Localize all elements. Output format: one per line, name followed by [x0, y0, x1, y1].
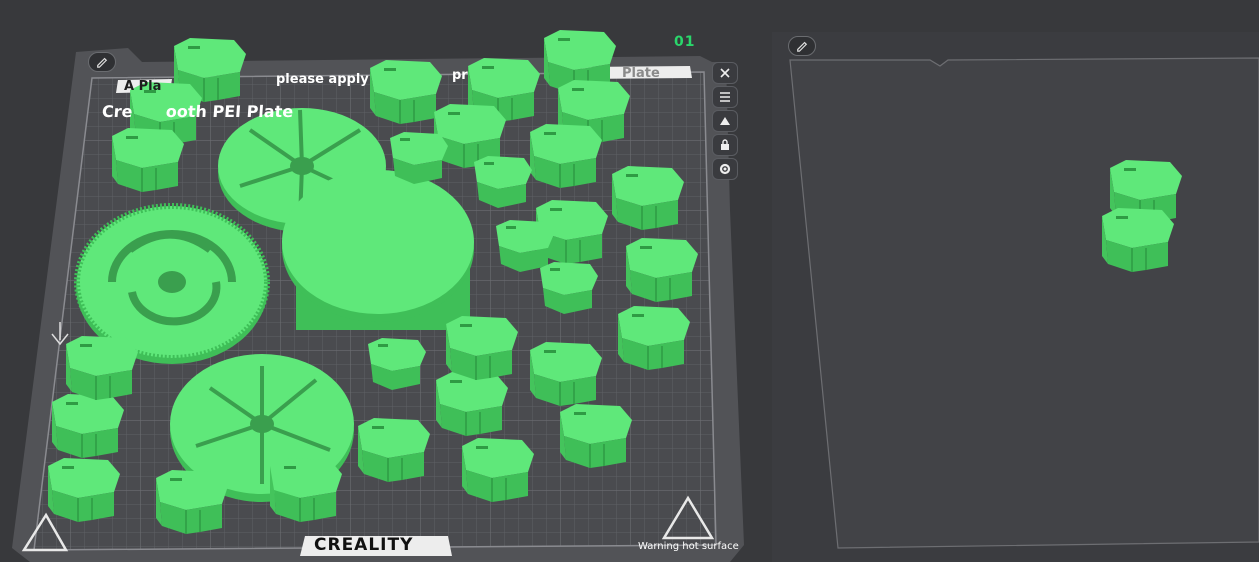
gear-icon: [719, 163, 731, 175]
list-icon: [720, 92, 730, 102]
auto-orient-icon: [720, 117, 730, 125]
pencil-icon: [97, 57, 108, 68]
close-icon: [720, 68, 730, 78]
lock-plate-button[interactable]: [712, 134, 738, 156]
brand-logo: CREALITY: [314, 535, 414, 555]
disk-model-2[interactable]: [282, 170, 474, 330]
plate-settings-button[interactable]: [712, 158, 738, 180]
plate-tab-right[interactable]: Plate: [622, 66, 660, 81]
pencil-icon: [797, 41, 808, 52]
3d-viewport[interactable]: [0, 0, 1259, 562]
hot-surface-warning: Warning hot surface: [638, 541, 739, 552]
plate-index: 01: [674, 34, 696, 50]
plate-tab-left[interactable]: A Pla: [124, 79, 161, 94]
apply-notice-tail: pr: [452, 68, 468, 83]
close-plate-button[interactable]: [712, 62, 738, 84]
apply-notice: please apply: [276, 72, 369, 87]
auto-orient-button[interactable]: [712, 110, 738, 132]
lock-icon: [721, 139, 729, 150]
build-plate-02[interactable]: [772, 32, 1259, 562]
arrange-button[interactable]: [712, 86, 738, 108]
bed-type-label: Cre ooth PEI Plate: [101, 102, 294, 121]
edit-plate-name-button-2[interactable]: [788, 36, 816, 56]
edit-plate-name-button[interactable]: [88, 52, 116, 72]
